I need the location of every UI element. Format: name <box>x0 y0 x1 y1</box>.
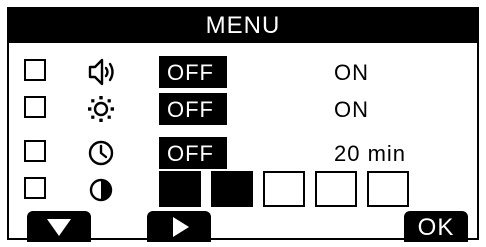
contrast-level-segment[interactable] <box>315 171 357 207</box>
sound-value: ON <box>334 60 369 85</box>
right-arrow-icon <box>173 217 189 237</box>
menu-row-sound: OFF ON <box>0 53 486 91</box>
contrast-icon <box>84 174 118 206</box>
down-arrow-icon <box>47 219 71 236</box>
down-button[interactable] <box>27 211 91 242</box>
ok-button-label: OK <box>417 214 455 241</box>
brightness-value: ON <box>334 97 369 122</box>
menu-title: MENU <box>205 12 281 39</box>
brightness-icon <box>84 93 118 125</box>
speaker-icon <box>84 56 118 88</box>
timer-toggle[interactable]: OFF <box>159 137 227 169</box>
ok-button[interactable]: OK <box>404 211 468 242</box>
timer-value: 20 min <box>334 141 407 166</box>
contrast-checkbox[interactable] <box>24 177 46 199</box>
contrast-level-segment[interactable] <box>159 171 201 207</box>
sound-checkbox[interactable] <box>24 59 46 81</box>
right-button[interactable] <box>147 211 211 242</box>
menu-row-brightness: OFF ON <box>0 90 486 128</box>
brightness-toggle[interactable]: OFF <box>159 93 227 125</box>
brightness-checkbox[interactable] <box>24 96 46 118</box>
contrast-level-segment[interactable] <box>367 171 409 207</box>
contrast-level-segment[interactable] <box>211 171 253 207</box>
clock-icon <box>84 137 118 169</box>
contrast-level-bar[interactable] <box>159 171 409 207</box>
menu-row-timer: OFF 20 min <box>0 134 486 172</box>
menu-row-contrast <box>0 171 486 209</box>
sound-toggle[interactable]: OFF <box>159 56 227 88</box>
timer-checkbox[interactable] <box>24 140 46 162</box>
contrast-level-segment[interactable] <box>263 171 305 207</box>
menu-title-bar: MENU <box>7 7 479 43</box>
